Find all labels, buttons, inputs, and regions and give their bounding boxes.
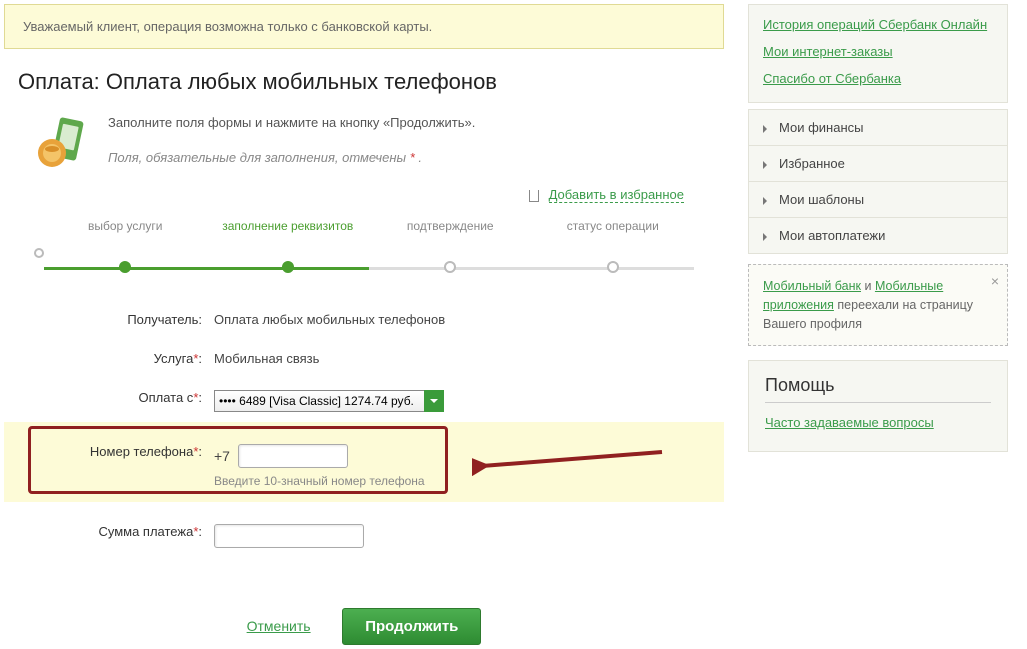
sidebar-panel-finance[interactable]: Мои финансы bbox=[749, 110, 1007, 145]
phone-label: Номер телефона bbox=[90, 444, 193, 459]
mobile-bank-link[interactable]: Мобильный банк bbox=[763, 279, 861, 293]
sidebar-panel-templates[interactable]: Мои шаблоны bbox=[749, 181, 1007, 217]
bookmark-icon bbox=[529, 190, 539, 202]
cancel-link[interactable]: Отменить bbox=[247, 618, 311, 634]
intro-line1: Заполните поля формы и нажмите на кнопку… bbox=[108, 115, 475, 130]
required-asterisk: * bbox=[193, 444, 198, 459]
service-value: Мобильная связь bbox=[214, 347, 724, 366]
chevron-right-icon bbox=[763, 161, 771, 169]
sidebar-info-note: × Мобильный банк и Мобильные приложения … bbox=[748, 264, 1008, 346]
sidebar-help: Помощь Часто задаваемые вопросы bbox=[748, 360, 1008, 452]
intro-block: Заполните поля формы и нажмите на кнопку… bbox=[4, 113, 724, 173]
recipient-value: Оплата любых мобильных телефонов bbox=[214, 308, 724, 327]
sidebar-panel-favorites[interactable]: Избранное bbox=[749, 145, 1007, 181]
intro-line2a: Поля, обязательные для заполнения, отмеч… bbox=[108, 150, 410, 165]
service-label: Услуга bbox=[154, 351, 194, 366]
notice-text: Уважаемый клиент, операция возможна толь… bbox=[23, 19, 432, 34]
amount-input[interactable] bbox=[214, 524, 364, 548]
chevron-right-icon bbox=[763, 197, 771, 205]
sidebar-link-orders[interactable]: Мои интернет-заказы bbox=[763, 38, 993, 65]
step-3: подтверждение bbox=[369, 235, 532, 249]
payment-card-icon bbox=[34, 113, 94, 173]
sidebar-quick-links: История операций Сбербанк Онлайн Мои инт… bbox=[748, 4, 1008, 103]
step-1: выбор услуги bbox=[44, 235, 207, 249]
phone-input[interactable] bbox=[238, 444, 348, 468]
faq-link[interactable]: Часто задаваемые вопросы bbox=[765, 415, 934, 430]
intro-line2b: . bbox=[415, 150, 422, 165]
sidebar-link-history[interactable]: История операций Сбербанк Онлайн bbox=[763, 11, 993, 38]
add-favorite-link[interactable]: Добавить в избранное bbox=[549, 187, 684, 203]
required-asterisk: * bbox=[193, 524, 198, 539]
payment-card-select[interactable]: •••• 6489 [Visa Classic] 1274.74 руб. bbox=[214, 390, 444, 412]
phone-prefix: +7 bbox=[214, 448, 230, 464]
sidebar-panel-autopay[interactable]: Мои автоплатежи bbox=[749, 217, 1007, 253]
progress-stepper: выбор услуги заполнение реквизитов подтв… bbox=[4, 226, 724, 258]
help-title: Помощь bbox=[765, 375, 991, 403]
page-title: Оплата: Оплата любых мобильных телефонов bbox=[4, 69, 724, 95]
sidebar-accordion: Мои финансы Избранное Мои шаблоны Мои ав… bbox=[748, 109, 1008, 254]
step-4: статус операции bbox=[532, 235, 695, 249]
recipient-label: Получатель: bbox=[4, 308, 214, 327]
required-asterisk: * bbox=[193, 390, 198, 405]
notice-banner: Уважаемый клиент, операция возможна толь… bbox=[4, 4, 724, 49]
chevron-right-icon bbox=[763, 233, 771, 241]
card-label: Оплата с bbox=[138, 390, 193, 405]
step-2: заполнение реквизитов bbox=[207, 235, 370, 249]
stepper-start-dot bbox=[34, 248, 44, 258]
close-icon[interactable]: × bbox=[991, 271, 999, 292]
chevron-right-icon bbox=[763, 125, 771, 133]
phone-hint: Введите 10-значный номер телефона bbox=[214, 474, 724, 488]
required-asterisk: * bbox=[193, 351, 198, 366]
amount-label: Сумма платежа bbox=[98, 524, 193, 539]
sidebar-link-spasibo[interactable]: Спасибо от Сбербанка bbox=[763, 65, 993, 92]
continue-button[interactable]: Продолжить bbox=[342, 608, 481, 645]
